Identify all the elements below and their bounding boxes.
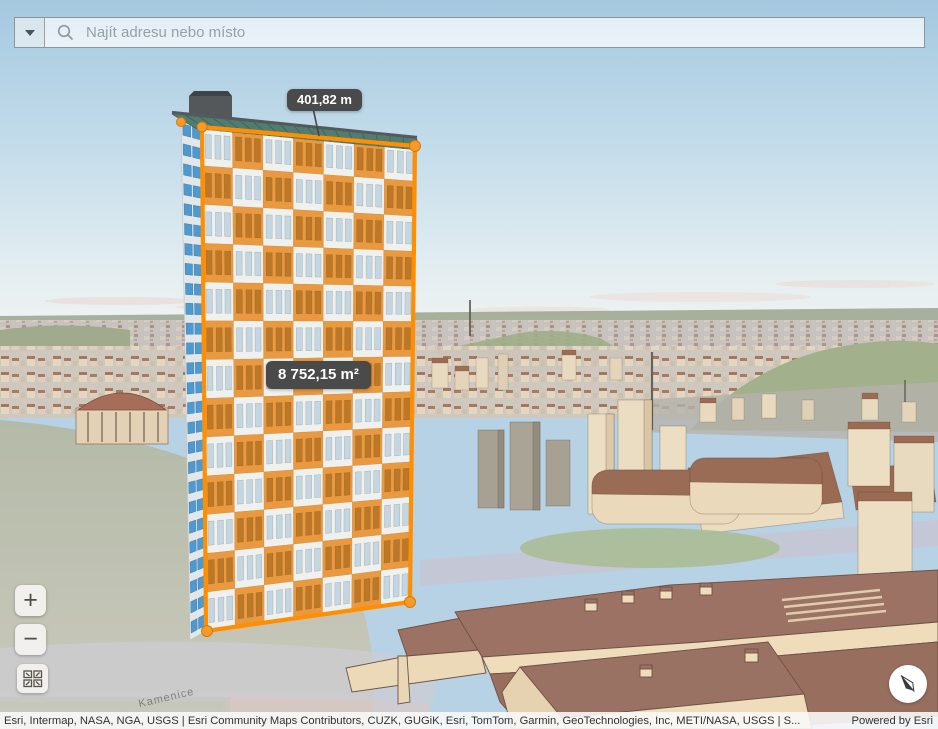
search-bar (14, 17, 925, 48)
area-measurement-label: 8 752,15 m² (266, 361, 371, 389)
magnifier-icon (57, 24, 74, 41)
scene-viewer: 401,82 m 8 752,15 m² + − Kamenice Esri, … (0, 0, 938, 729)
selected-building[interactable] (0, 0, 938, 729)
search-field (45, 18, 924, 47)
search-source-dropdown-button[interactable] (15, 18, 45, 47)
powered-by-esri: Powered by Esri (838, 715, 938, 727)
compass-needle-icon (895, 671, 921, 697)
zoom-out-button[interactable]: − (15, 624, 46, 655)
compass-button[interactable] (889, 665, 927, 703)
attribution-bar: Esri, Intermap, NASA, NGA, USGS | Esri C… (0, 712, 938, 729)
tile-arrows-icon (23, 670, 43, 688)
height-measurement-label: 401,82 m (287, 89, 362, 111)
search-input[interactable] (84, 17, 924, 48)
zoom-in-button[interactable]: + (15, 585, 46, 616)
caret-down-icon (25, 30, 35, 36)
navigation-toggle-button[interactable] (17, 664, 48, 693)
attribution-sources: Esri, Intermap, NASA, NGA, USGS | Esri C… (0, 715, 838, 727)
